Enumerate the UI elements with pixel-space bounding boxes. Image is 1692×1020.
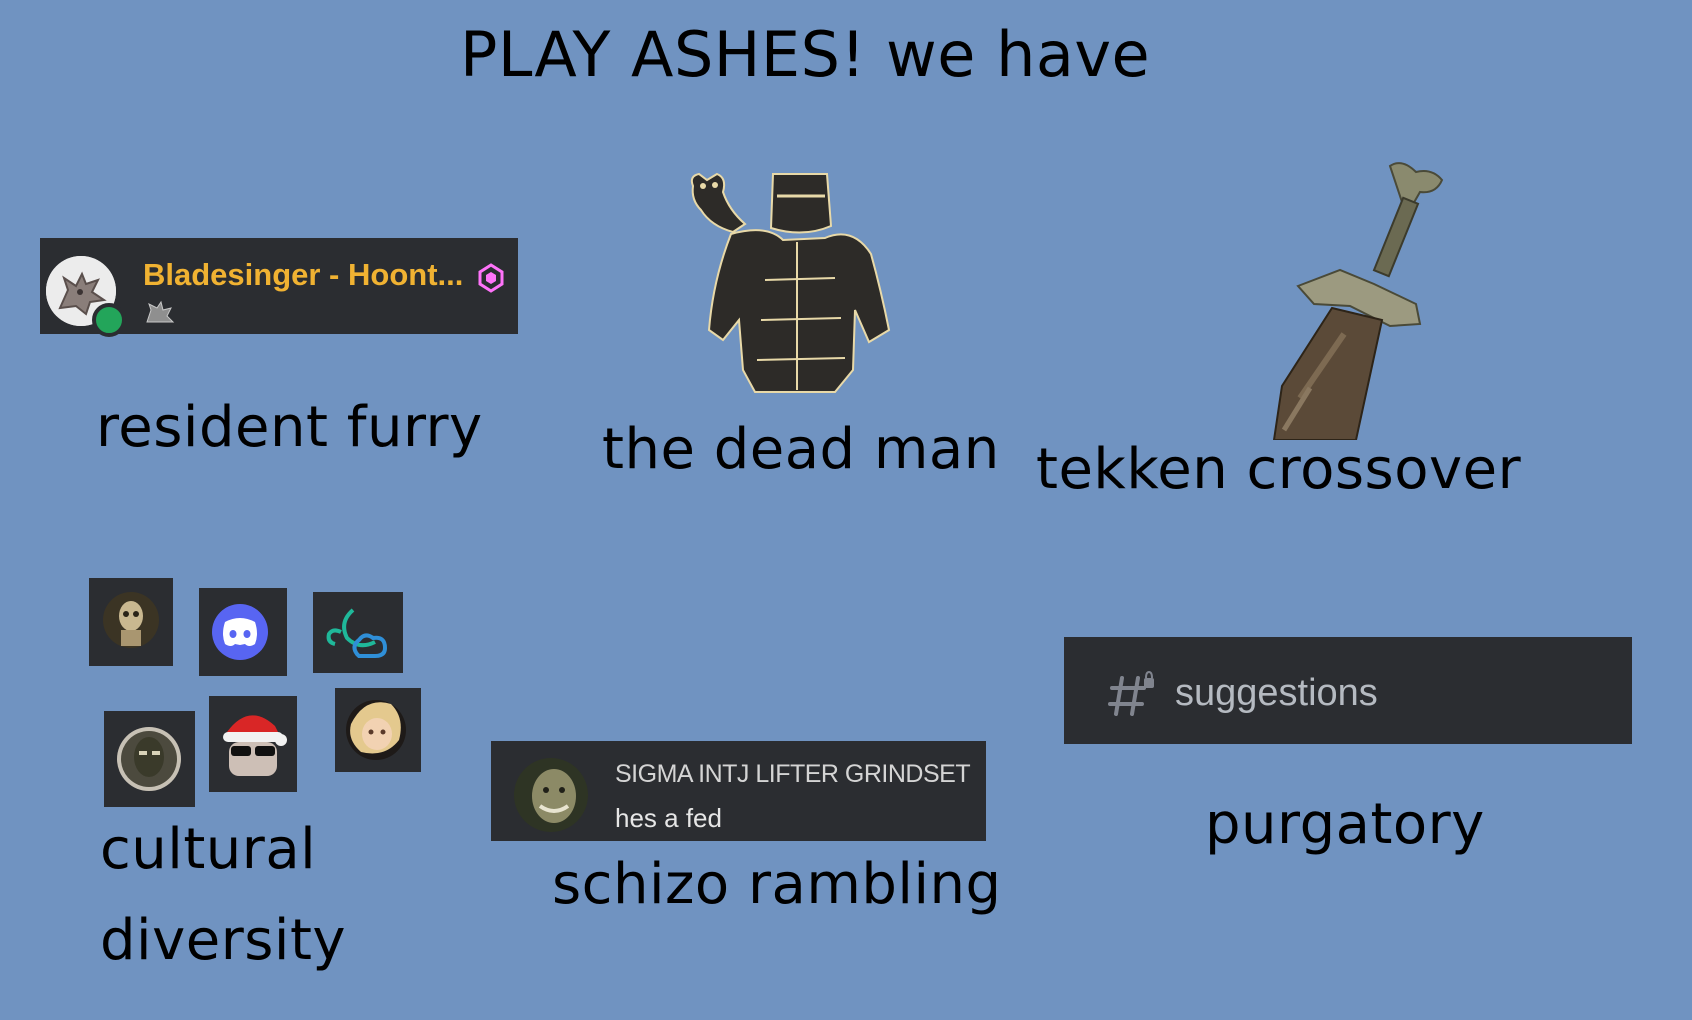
server-tile-skeleton[interactable] bbox=[89, 578, 173, 666]
smiling-man-avatar-icon bbox=[514, 758, 588, 832]
anime-girl-avatar-icon bbox=[346, 700, 406, 760]
caption-schizo-rambling: schizo rambling bbox=[552, 852, 1002, 917]
server-boost-icon bbox=[478, 263, 504, 297]
santa-sunglasses-icon bbox=[223, 715, 287, 776]
server-tile-dark-face[interactable] bbox=[104, 711, 195, 807]
server-tile-anime-girl[interactable] bbox=[335, 688, 421, 772]
caption-dead-man: the dead man bbox=[602, 417, 1000, 482]
caption-resident-furry: resident furry bbox=[96, 395, 483, 460]
caption-diversity: diversity bbox=[100, 908, 347, 973]
greatsword-icon bbox=[1270, 158, 1480, 444]
dark-face-avatar-icon bbox=[117, 727, 181, 791]
knight-with-owl-icon bbox=[685, 170, 910, 409]
locked-channel-hash-icon bbox=[1108, 670, 1156, 722]
message-avatar[interactable] bbox=[514, 758, 588, 832]
skeleton-avatar-icon bbox=[103, 592, 159, 648]
channel-name[interactable]: suggestions bbox=[1175, 672, 1378, 715]
page-title: PLAY ASHES! we have bbox=[460, 18, 1151, 91]
caption-cultural: cultural bbox=[100, 817, 317, 882]
server-tile-discord[interactable] bbox=[199, 588, 287, 676]
server-tile-santa[interactable] bbox=[209, 696, 297, 792]
message-text: hes a fed bbox=[615, 803, 722, 833]
server-tile-moon-cloud[interactable] bbox=[313, 592, 403, 673]
caption-tekken-crossover: tekken crossover bbox=[1036, 437, 1522, 502]
discord-logo-icon bbox=[212, 604, 268, 660]
username-label[interactable]: Bladesinger - Hoont... bbox=[143, 257, 463, 293]
online-status-indicator bbox=[92, 303, 126, 337]
message-username[interactable]: SIGMA INTJ LIFTER GRINDSET bbox=[615, 760, 971, 789]
activity-icon bbox=[143, 298, 175, 330]
moon-cloud-icon bbox=[326, 608, 388, 658]
caption-purgatory: purgatory bbox=[1205, 792, 1485, 857]
